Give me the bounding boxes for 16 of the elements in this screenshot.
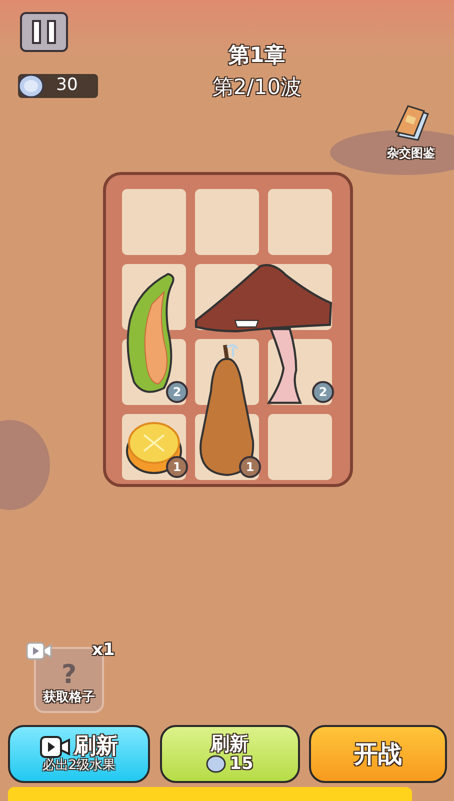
video-icon	[26, 641, 52, 661]
grid-cell	[195, 189, 259, 255]
pause-button[interactable]	[20, 12, 68, 52]
wave-counter: 第2/10波	[212, 74, 302, 100]
video-icon	[40, 734, 70, 759]
grid-cell	[268, 414, 332, 480]
coin-icon	[206, 755, 226, 774]
coin-refresh-button[interactable]: 刷新 15	[160, 725, 300, 783]
codex-button[interactable]: 杂交图鉴	[386, 102, 435, 162]
grid-cell	[122, 189, 186, 255]
grid-cell	[268, 189, 332, 255]
slot-label: 获取格子	[43, 688, 95, 706]
video-refresh-button[interactable]: 刷新 必出2级水果	[8, 725, 150, 783]
start-battle-button[interactable]: 开战	[309, 725, 447, 783]
chapter-title: 第1章	[228, 42, 286, 69]
question-mark: ?	[61, 662, 77, 688]
